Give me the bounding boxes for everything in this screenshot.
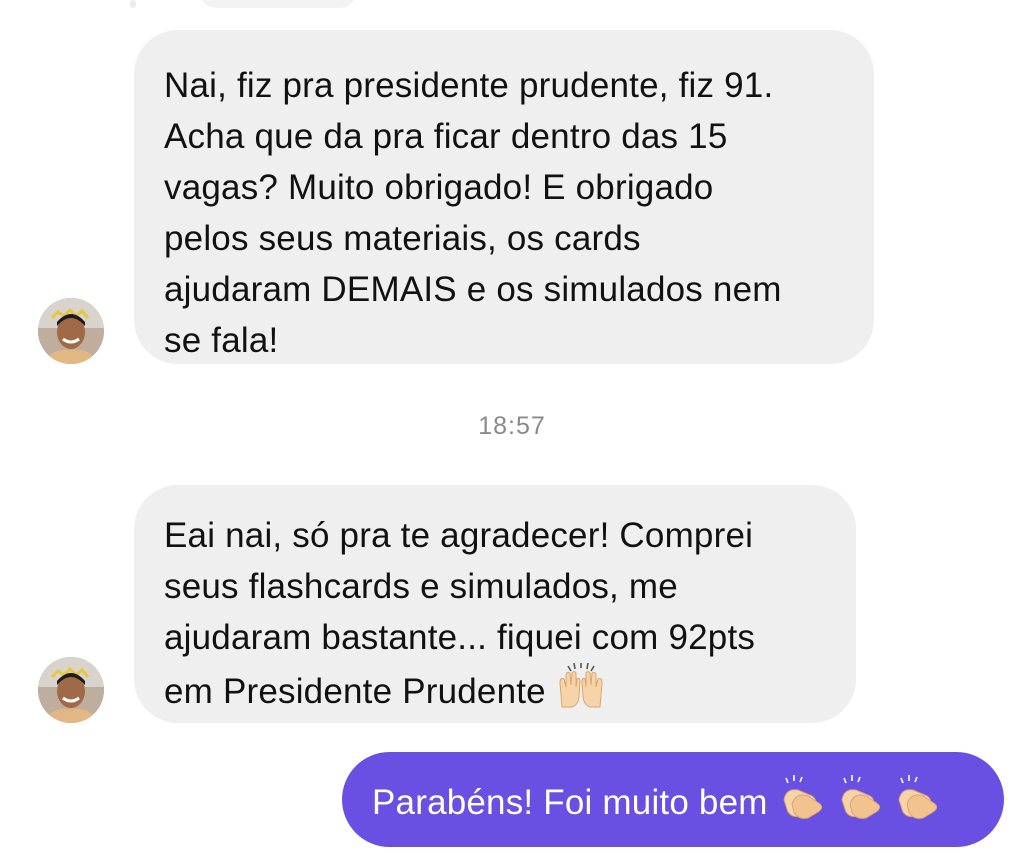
message-text: Parabéns! Foi muito bem [372, 783, 768, 822]
chat-thread: Nai, fiz pra presidente prudente, fiz 91… [0, 0, 1024, 867]
incoming-message-bubble[interactable]: Nai, fiz pra presidente prudente, fiz 91… [134, 30, 874, 364]
clapping-hands-emoji [893, 774, 941, 834]
message-timestamp: 18:57 [478, 412, 546, 440]
message-text-line: seus flashcards e simulados, me [164, 567, 678, 606]
incoming-message-bubble[interactable]: Eai nai, só pra te agradecer! Comprei se… [134, 485, 856, 723]
message-text-line: Eai nai, só pra te agradecer! Comprei [164, 516, 754, 555]
clapping-hands-emoji [836, 774, 884, 834]
message-text-line: pelos seus materiais, os cards [164, 219, 641, 258]
message-text-line: ajudaram bastante... fiquei com 92pts [164, 618, 756, 657]
message-text-line: ajudaram DEMAIS e os simulados nem [164, 270, 782, 309]
sender-avatar[interactable] [38, 657, 104, 723]
message-text-line: Nai, fiz pra presidente prudente, fiz 91… [164, 66, 774, 105]
previous-message-edge [200, 0, 356, 8]
sender-avatar[interactable] [38, 298, 104, 364]
message-text-line: em Presidente Prudente [164, 672, 546, 711]
scroll-edge [130, 0, 136, 8]
clapping-hands-emoji [778, 774, 826, 834]
message-text-line-with-emoji: em Presidente Prudente [164, 662, 826, 723]
message-text-line: se fala! [164, 321, 279, 360]
message-text-line: Acha que da pra ficar dentro das 15 [164, 117, 728, 156]
outgoing-message-bubble[interactable]: Parabéns! Foi muito bem [342, 752, 1004, 847]
raising-hands-emoji [556, 662, 606, 723]
message-text-line: vagas? Muito obrigado! E obrigado [164, 168, 714, 207]
